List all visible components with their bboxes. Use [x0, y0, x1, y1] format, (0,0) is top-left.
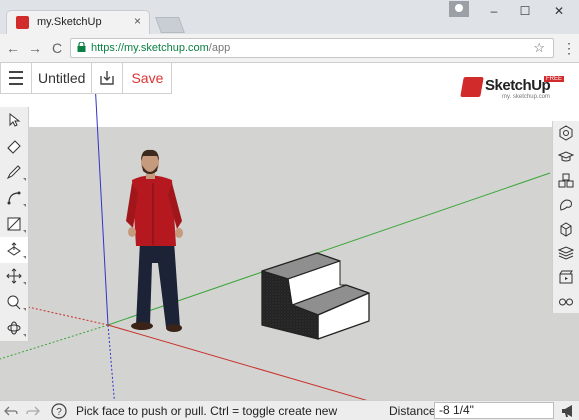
left-toolbar	[0, 107, 29, 341]
url-text: https://my.sketchup.com/app	[91, 42, 230, 54]
move-icon	[6, 268, 22, 284]
undo-icon[interactable]	[3, 403, 19, 419]
scenes-button[interactable]	[553, 265, 579, 289]
components-button[interactable]	[553, 169, 579, 193]
materials-icon	[560, 199, 572, 211]
instructor-button[interactable]	[553, 145, 579, 169]
app-toolbar: Untitled Save	[0, 63, 173, 94]
svg-text:?: ?	[56, 407, 62, 418]
reload-button[interactable]: C	[48, 39, 66, 57]
close-window-button[interactable]: ✕	[545, 2, 573, 20]
distance-input[interactable]: -8 1/4"	[434, 402, 554, 419]
arc-tool[interactable]	[0, 185, 28, 211]
redo-icon[interactable]	[25, 403, 41, 419]
select-tool[interactable]	[0, 107, 28, 133]
distance-label: Distance	[389, 404, 436, 418]
bookmark-star-icon[interactable]: ☆	[533, 40, 545, 56]
url-path: /app	[208, 42, 231, 54]
back-button[interactable]: ←	[4, 39, 22, 57]
rectangle-tool[interactable]	[0, 211, 28, 237]
display-button[interactable]	[553, 289, 579, 313]
push-pull-tool[interactable]	[0, 237, 28, 263]
browser-tab[interactable]: my.SketchUp ×	[6, 10, 150, 34]
red-axis-negative	[27, 306, 109, 326]
model-scene[interactable]	[0, 63, 579, 420]
pencil-tool[interactable]	[0, 159, 28, 185]
arc-icon	[7, 191, 21, 205]
logo-text: SketchUp	[485, 77, 551, 94]
hamburger-icon	[9, 69, 23, 87]
display-icon	[559, 298, 573, 306]
address-bar[interactable]: https://my.sketchup.com/app ☆	[70, 38, 554, 58]
pencil-icon	[6, 165, 21, 180]
status-bar: ? Pick face to push or pull. Ctrl = togg…	[0, 400, 579, 420]
logo-badge: FREE	[544, 76, 565, 82]
materials-button[interactable]	[553, 193, 579, 217]
tab-close-icon[interactable]: ×	[134, 14, 141, 28]
help-icon[interactable]: ?	[51, 403, 67, 419]
orbit-icon	[7, 321, 21, 335]
components-icon	[558, 173, 574, 188]
minimize-button[interactable]: –	[480, 2, 508, 20]
tape-measure-icon	[7, 295, 21, 310]
tab-title: my.SketchUp	[37, 16, 102, 28]
lock-icon	[77, 42, 86, 52]
styles-icon	[560, 222, 572, 237]
rectangle-icon	[7, 217, 21, 231]
maximize-button[interactable]: ☐	[511, 2, 539, 20]
main-menu-button[interactable]	[1, 63, 32, 93]
paint-bucket-icon	[7, 242, 21, 256]
sketchup-favicon-icon	[16, 16, 29, 29]
save-button[interactable]: Save	[123, 63, 171, 93]
sketchup-logo-icon	[460, 77, 484, 97]
new-tab-button[interactable]	[155, 17, 185, 33]
document-title[interactable]: Untitled	[32, 63, 93, 93]
eraser-icon	[7, 140, 21, 154]
sketchup-logo: SketchUp FREE my. sketchup.com	[460, 75, 565, 105]
steps-model[interactable]	[261, 252, 370, 340]
tape-measure-tool[interactable]	[0, 289, 28, 315]
download-button[interactable]	[92, 63, 124, 93]
person-figure[interactable]	[126, 149, 183, 332]
browser-titlebar: my.SketchUp × – ☐ ✕	[0, 0, 579, 34]
scenes-icon	[559, 270, 573, 284]
logo-subtitle: my. sketchup.com	[502, 94, 550, 100]
styles-button[interactable]	[553, 217, 579, 241]
entity-info-icon	[559, 125, 573, 141]
browser-menu-icon[interactable]: ⋮	[562, 39, 576, 57]
eraser-tool[interactable]	[0, 133, 28, 159]
forward-button[interactable]: →	[26, 39, 44, 57]
feedback-megaphone-icon[interactable]	[560, 403, 576, 419]
url-host: https://my.sketchup.com	[91, 42, 209, 54]
instructor-icon	[558, 151, 574, 162]
sketchup-viewport[interactable]: Untitled Save SketchUp FREE my. sketchup…	[0, 63, 579, 420]
select-icon	[9, 112, 21, 127]
layers-button[interactable]	[553, 241, 579, 265]
download-icon	[100, 71, 115, 85]
entity-info-button[interactable]	[553, 121, 579, 145]
status-hint: Pick face to push or pull. Ctrl = toggle…	[76, 404, 338, 418]
browser-navbar: ← → C https://my.sketchup.com/app ☆ ⋮	[0, 34, 579, 63]
layers-icon	[558, 246, 574, 260]
profile-icon[interactable]	[449, 1, 469, 17]
blue-axis	[93, 63, 109, 326]
move-tool[interactable]	[0, 263, 28, 289]
orbit-tool[interactable]	[0, 315, 28, 341]
right-panel-toolbar	[552, 121, 579, 313]
